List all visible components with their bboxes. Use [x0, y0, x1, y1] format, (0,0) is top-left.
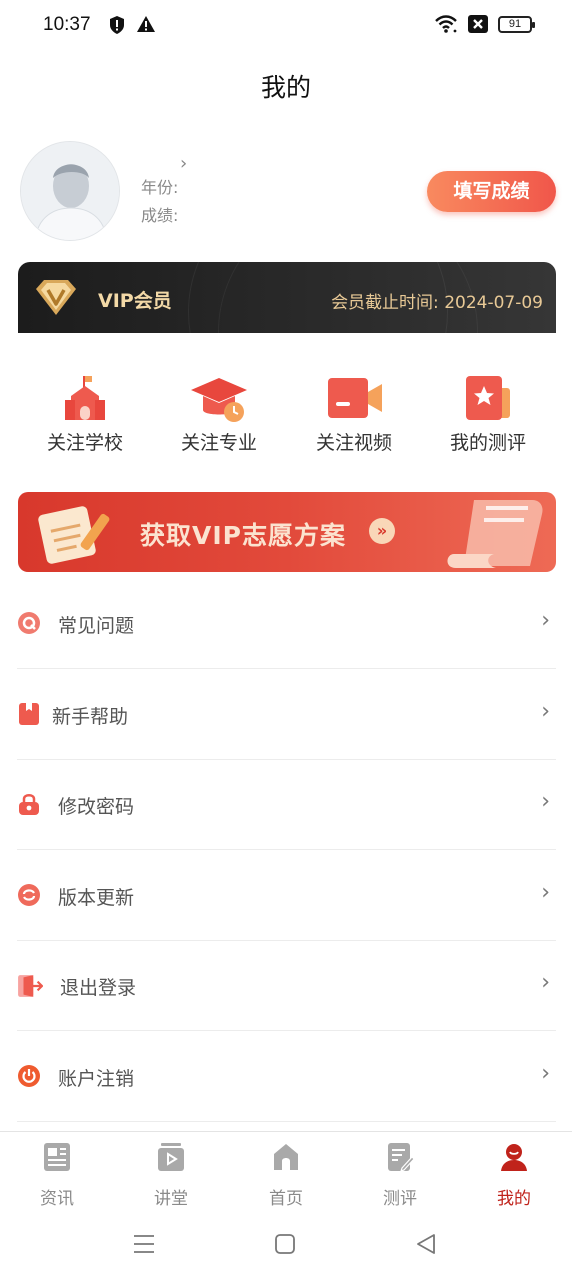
sim-x-icon	[468, 15, 488, 33]
vip-title: VIP会员	[98, 290, 172, 312]
page-title: 我的	[260, 73, 311, 102]
vip-expire-date: 会员截止时间: 2024-07-09	[331, 293, 543, 313]
tab-label: 首页	[269, 1189, 303, 1209]
tab-label: 我的	[497, 1189, 531, 1209]
double-chevron-icon: »	[369, 518, 395, 544]
shortcut-my-evaluation[interactable]: 我的测评	[421, 374, 555, 455]
home-square-icon[interactable]	[275, 1233, 295, 1255]
tab-evaluation[interactable]: 测评	[343, 1142, 457, 1209]
chevron-right-icon: ›	[541, 880, 550, 905]
chevron-right-icon: ›	[541, 970, 550, 995]
menu-item-version-update[interactable]: 版本更新 ›	[17, 850, 556, 941]
menu-item-label: 账户注销	[58, 1068, 135, 1090]
warning-icon	[137, 16, 155, 32]
tab-home[interactable]: 首页	[229, 1142, 343, 1209]
tab-lecture[interactable]: 讲堂	[114, 1142, 228, 1209]
menu-item-label: 修改密码	[58, 796, 135, 818]
graduation-cap-icon	[191, 378, 247, 422]
tab-label: 测评	[383, 1189, 417, 1209]
bottom-tab-bar: 资讯 讲堂 首页 测评 我的	[0, 1131, 572, 1213]
school-icon	[65, 376, 105, 420]
document-scroll-icon	[447, 500, 543, 568]
profile-chevron-icon[interactable]: ›	[180, 153, 187, 174]
shortcut-follow-school[interactable]: 关注学校	[18, 374, 152, 455]
faq-icon	[18, 612, 40, 634]
lock-icon	[19, 794, 39, 815]
menu-item-label: 常见问题	[58, 615, 135, 637]
menu-item-label: 新手帮助	[52, 706, 129, 728]
logout-icon	[18, 975, 43, 997]
vip-diamond-icon	[36, 280, 76, 315]
menu-icon[interactable]	[133, 1233, 155, 1255]
default-avatar-icon	[21, 142, 119, 240]
star-bookmark-icon	[466, 376, 510, 420]
chevron-right-icon: ›	[541, 608, 550, 633]
chevron-right-icon: ›	[541, 699, 550, 724]
lecture-icon	[158, 1143, 184, 1171]
tab-profile[interactable]: 我的	[457, 1142, 571, 1209]
avatar[interactable]	[20, 141, 120, 241]
shortcut-label: 关注视频	[315, 432, 392, 454]
power-icon	[18, 1065, 40, 1087]
shortcut-follow-major[interactable]: 关注专业	[152, 374, 286, 455]
notepad-pencil-icon	[38, 506, 110, 564]
wifi-icon	[435, 15, 457, 33]
shortcut-follow-video[interactable]: 关注视频	[287, 374, 421, 455]
menu-item-change-password[interactable]: 修改密码 ›	[17, 759, 556, 850]
refresh-icon	[18, 884, 40, 906]
fill-score-button[interactable]: 填写成绩	[427, 171, 556, 212]
back-triangle-icon[interactable]	[416, 1233, 436, 1255]
system-nav-bar	[0, 1213, 572, 1280]
menu-item-beginner-help[interactable]: 新手帮助 ›	[17, 669, 556, 760]
vip-membership-bar[interactable]: VIP会员 会员截止时间: 2024-07-09	[18, 262, 556, 333]
chevron-right-icon: ›	[541, 1061, 550, 1086]
news-icon	[44, 1143, 70, 1171]
tab-news[interactable]: 资讯	[0, 1142, 114, 1209]
shortcut-label: 关注学校	[46, 432, 123, 454]
evaluation-icon	[388, 1143, 415, 1172]
tab-label: 资讯	[40, 1189, 74, 1209]
home-icon	[274, 1144, 298, 1170]
menu-item-delete-account[interactable]: 账户注销 ›	[17, 1031, 556, 1122]
tab-label: 讲堂	[154, 1189, 188, 1209]
help-book-icon	[19, 703, 39, 725]
profile-score-label: 成绩:	[141, 206, 179, 225]
status-time: 10:37	[43, 14, 91, 35]
menu-item-logout[interactable]: 退出登录 ›	[17, 940, 556, 1031]
vip-plan-banner[interactable]: 获取VIP志愿方案 »	[18, 492, 556, 572]
profile-year-label: 年份:	[141, 178, 179, 197]
banner-text: 获取VIP志愿方案	[140, 521, 346, 550]
status-bar: 10:37 91	[0, 0, 572, 52]
menu-item-faq[interactable]: 常见问题 ›	[17, 578, 556, 669]
battery-icon: 91	[498, 15, 535, 33]
chevron-right-icon: ›	[541, 789, 550, 814]
shield-alert-icon	[110, 16, 124, 34]
menu-item-label: 退出登录	[60, 977, 137, 999]
shortcut-label: 我的测评	[449, 432, 526, 454]
menu-item-label: 版本更新	[58, 887, 135, 909]
video-camera-icon	[328, 378, 382, 418]
profile-icon	[501, 1144, 527, 1171]
shortcut-label: 关注专业	[180, 432, 257, 454]
